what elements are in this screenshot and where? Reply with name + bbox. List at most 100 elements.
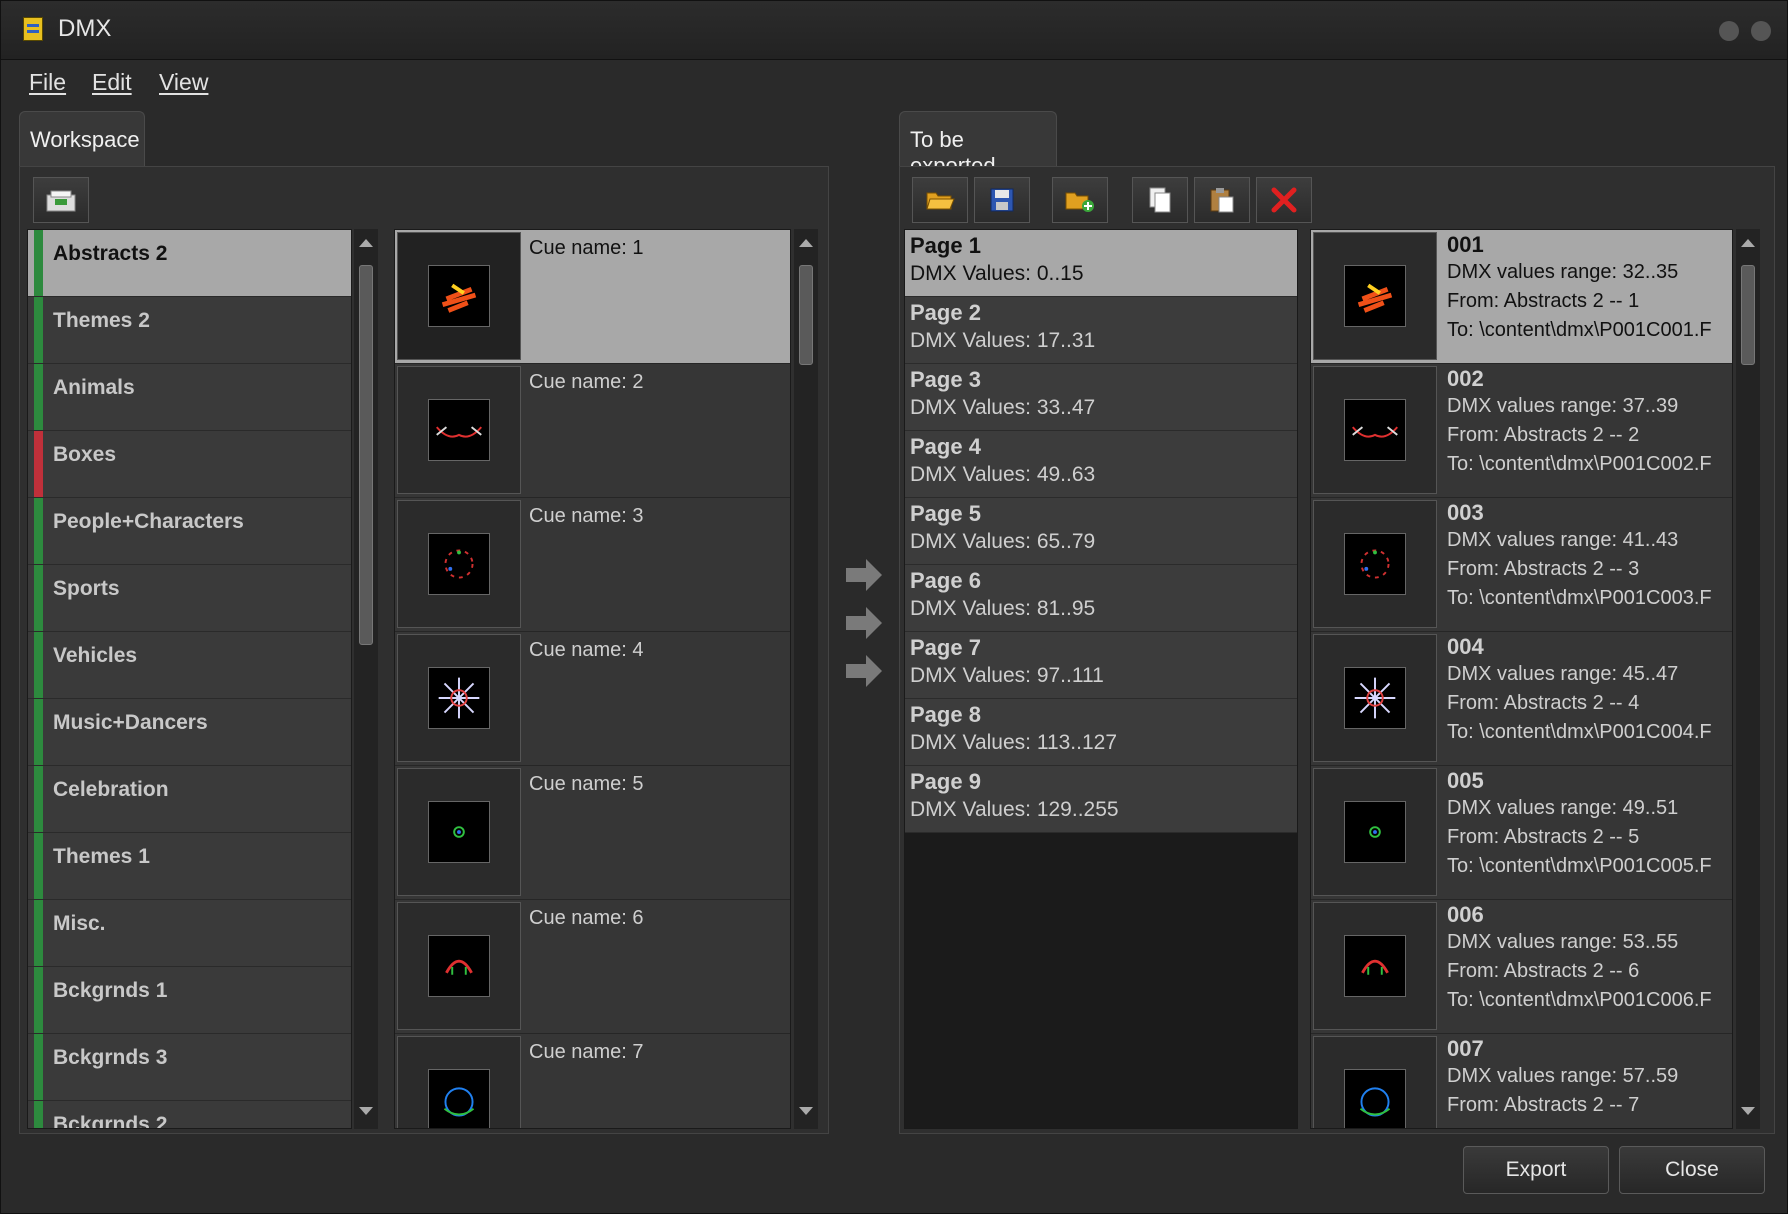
add-folder-button[interactable] — [1052, 177, 1108, 223]
page-item[interactable]: Page 2 DMX Values: 17..31 — [905, 297, 1297, 364]
category-item[interactable]: Themes 2 — [28, 297, 351, 364]
scroll-thumb[interactable] — [359, 265, 373, 645]
category-item[interactable]: Vehicles — [28, 632, 351, 699]
open-button[interactable] — [912, 177, 968, 223]
category-item[interactable]: Misc. — [28, 900, 351, 967]
tab-workspace[interactable]: Workspace — [19, 111, 145, 167]
menu-edit[interactable]: Edit — [92, 69, 132, 96]
page-item[interactable]: Page 1 DMX Values: 0..15 — [905, 230, 1297, 297]
page-item[interactable]: Page 6 DMX Values: 81..95 — [905, 565, 1297, 632]
page-dmx-values: DMX Values: 81..95 — [910, 597, 1096, 620]
page-item[interactable]: Page 8 DMX Values: 113..127 — [905, 699, 1297, 766]
export-item-range: DMX values range: 57..59 — [1447, 1065, 1679, 1087]
scroll-thumb[interactable] — [799, 265, 813, 365]
cue-preview-image — [428, 801, 490, 863]
minimize-icon[interactable] — [1719, 21, 1739, 41]
cue-item[interactable]: Cue name: 6 — [395, 900, 790, 1034]
export-item[interactable]: 002 DMX values range: 37..39 From: Abstrac… — [1311, 364, 1732, 498]
menu-file[interactable]: File — [29, 69, 66, 96]
page-item[interactable]: Page 9 DMX Values: 129..255 — [905, 766, 1297, 833]
scroll-up-icon[interactable] — [359, 239, 373, 247]
delete-button[interactable] — [1256, 177, 1312, 223]
cue-item[interactable]: Cue name: 2 — [395, 364, 790, 498]
transfer-arrow-icon[interactable] — [844, 556, 884, 594]
export-button[interactable]: Export — [1463, 1146, 1609, 1194]
category-item[interactable]: People+Characters — [28, 498, 351, 565]
scroll-up-icon[interactable] — [1741, 239, 1755, 247]
page-item[interactable]: Page 5 DMX Values: 65..79 — [905, 498, 1297, 565]
import-button[interactable] — [33, 177, 89, 223]
export-item-source: From: Abstracts 2 -- 3 — [1447, 558, 1640, 580]
page-item[interactable]: Page 3 DMX Values: 33..47 — [905, 364, 1297, 431]
category-color-tag — [34, 297, 43, 363]
category-color-tag — [34, 431, 43, 497]
export-item-number: 006 — [1447, 902, 1484, 927]
category-item[interactable]: Bckgrnds 3 — [28, 1034, 351, 1101]
cue-item[interactable]: Cue name: 1 — [395, 230, 790, 364]
cue-thumbnail — [397, 634, 521, 762]
title-bar: DMX — [1, 1, 1787, 60]
category-item[interactable]: Bckgrnds 2 — [28, 1101, 351, 1128]
category-item[interactable]: Music+Dancers — [28, 699, 351, 766]
category-item[interactable]: Sports — [28, 565, 351, 632]
cue-item[interactable]: Cue name: 5 — [395, 766, 790, 900]
category-item[interactable]: Themes 1 — [28, 833, 351, 900]
page-dmx-values: DMX Values: 113..127 — [910, 731, 1118, 754]
copy-button[interactable] — [1132, 177, 1188, 223]
open-folder-icon — [926, 192, 955, 210]
export-item-destination: To: \content\dmx\P001C006.F — [1447, 989, 1712, 1011]
menu-view[interactable]: View — [159, 69, 208, 96]
scroll-down-icon[interactable] — [359, 1107, 373, 1115]
scroll-down-icon[interactable] — [799, 1107, 813, 1115]
cue-item[interactable]: Cue name: 3 — [395, 498, 790, 632]
add-folder-icon — [1065, 192, 1094, 212]
export-item[interactable]: 005 DMX values range: 49..51 From: Abstrac… — [1311, 766, 1732, 900]
page-list: Page 1 DMX Values: 0..15 Page 2 DMX Values:… — [904, 229, 1298, 1129]
transfer-arrow-icon[interactable] — [844, 604, 884, 642]
page-name: Page 5 — [910, 501, 981, 526]
cue-preview-image — [1344, 667, 1406, 729]
transfer-arrow-icon[interactable] — [844, 652, 884, 690]
cue-preview-image — [1344, 533, 1406, 595]
export-item[interactable]: 003 DMX values range: 41..43 From: Abstrac… — [1311, 498, 1732, 632]
export-item-destination: To: \content\dmx\P001C005.F — [1447, 855, 1712, 877]
page-name: Page 1 — [910, 233, 981, 258]
category-item[interactable]: Celebration — [28, 766, 351, 833]
cue-scrollbar[interactable] — [794, 229, 818, 1129]
category-item[interactable]: Boxes — [28, 431, 351, 498]
category-item[interactable]: Animals — [28, 364, 351, 431]
export-item-source: From: Abstracts 2 -- 5 — [1447, 826, 1640, 848]
scroll-up-icon[interactable] — [799, 239, 813, 247]
category-color-tag — [34, 498, 43, 564]
page-item[interactable]: Page 4 DMX Values: 49..63 — [905, 431, 1297, 498]
paste-button[interactable] — [1194, 177, 1250, 223]
export-item[interactable]: 001 DMX values range: 32..35 From: Abstrac… — [1311, 230, 1732, 364]
page-item[interactable]: Page 7 DMX Values: 97..111 — [905, 632, 1297, 699]
export-item-range: DMX values range: 49..51 — [1447, 797, 1679, 819]
save-button[interactable] — [974, 177, 1030, 223]
page-dmx-values: DMX Values: 65..79 — [910, 530, 1096, 553]
category-item[interactable]: Bckgrnds 1 — [28, 967, 351, 1034]
page-name: Page 8 — [910, 702, 981, 727]
category-list: Abstracts 2 Themes 2 Animals Boxes People+Ch… — [27, 229, 352, 1129]
category-item[interactable]: Abstracts 2 — [28, 230, 351, 297]
dmx-window: DMX File Edit View Workspace Abstracts 2… — [0, 0, 1788, 1214]
close-button[interactable]: Close — [1619, 1146, 1765, 1194]
cue-item[interactable]: Cue name: 4 — [395, 632, 790, 766]
export-item-destination: To: \content\dmx\P001C003.F — [1447, 587, 1712, 609]
export-item[interactable]: 007 DMX values range: 57..59 From: Abstrac… — [1311, 1034, 1732, 1128]
export-scrollbar[interactable] — [1736, 229, 1760, 1129]
scroll-thumb[interactable] — [1741, 265, 1755, 365]
page-name: Page 2 — [910, 300, 981, 325]
category-label: People+Characters — [53, 510, 244, 533]
export-item[interactable]: 006 DMX values range: 53..55 From: Abstrac… — [1311, 900, 1732, 1034]
cue-item[interactable]: Cue name: 7 — [395, 1034, 790, 1128]
scroll-down-icon[interactable] — [1741, 1107, 1755, 1115]
export-item[interactable]: 004 DMX values range: 45..47 From: Abstrac… — [1311, 632, 1732, 766]
app-icon — [23, 17, 43, 41]
category-color-tag — [34, 565, 43, 631]
category-scrollbar[interactable] — [354, 229, 378, 1129]
page-dmx-values: DMX Values: 0..15 — [910, 262, 1084, 285]
tab-to-be-exported[interactable]: To be exported — [899, 111, 1057, 178]
close-window-icon[interactable] — [1751, 21, 1771, 41]
